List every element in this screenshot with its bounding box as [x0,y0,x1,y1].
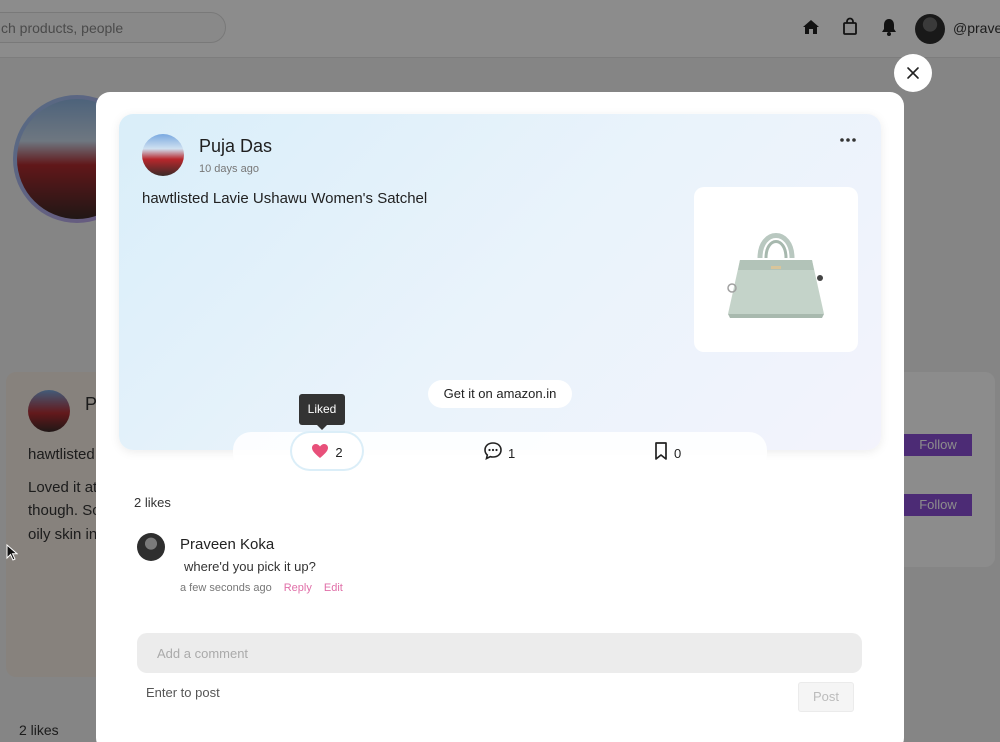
post-text: hawtlisted Lavie Ushawu Women's Satchel [142,190,428,207]
comment-count: 1 [508,445,516,461]
comment-input[interactable] [137,633,862,673]
close-modal-button[interactable] [894,54,932,92]
heart-icon [312,444,329,458]
comment-timestamp: a few seconds ago [180,582,272,594]
save-count: 0 [674,445,682,461]
get-on-amazon-button[interactable]: Get it on amazon.in [428,380,572,408]
post-comment-button[interactable]: Post [798,682,854,712]
product-image[interactable] [694,187,858,352]
comment-button[interactable]: 1 [483,439,515,463]
handbag-image [727,232,824,318]
post-card: Puja Das 10 days ago hawtlisted Lavie Us… [119,114,881,450]
save-button[interactable]: 0 [653,439,681,463]
post-modal: Puja Das 10 days ago hawtlisted Lavie Us… [96,92,904,742]
mouse-cursor [6,544,18,561]
like-count: 2 [335,445,343,460]
reply-link[interactable]: Reply [284,582,312,594]
close-icon [907,67,919,79]
author-avatar[interactable] [142,134,184,176]
comment-text: where'd you pick it up? [184,559,316,574]
post-timestamp: 10 days ago [199,163,259,175]
comment-icon [484,442,502,460]
liked-tooltip: Liked [299,394,345,430]
like-button[interactable]: 2 [292,433,362,469]
likes-summary[interactable]: 2 likes [134,495,171,510]
bookmark-icon [655,442,667,460]
author-name[interactable]: Puja Das [199,136,272,157]
comment-author[interactable]: Praveen Koka [180,536,274,553]
enter-to-post-hint: Enter to post [146,685,220,700]
more-icon [840,138,856,142]
commenter-avatar[interactable] [137,533,165,561]
edit-link[interactable]: Edit [324,582,343,594]
comment-meta: a few seconds ago Reply Edit [180,582,343,594]
post-action-bar: 2 1 0 [233,432,767,472]
more-options-button[interactable] [840,132,860,146]
